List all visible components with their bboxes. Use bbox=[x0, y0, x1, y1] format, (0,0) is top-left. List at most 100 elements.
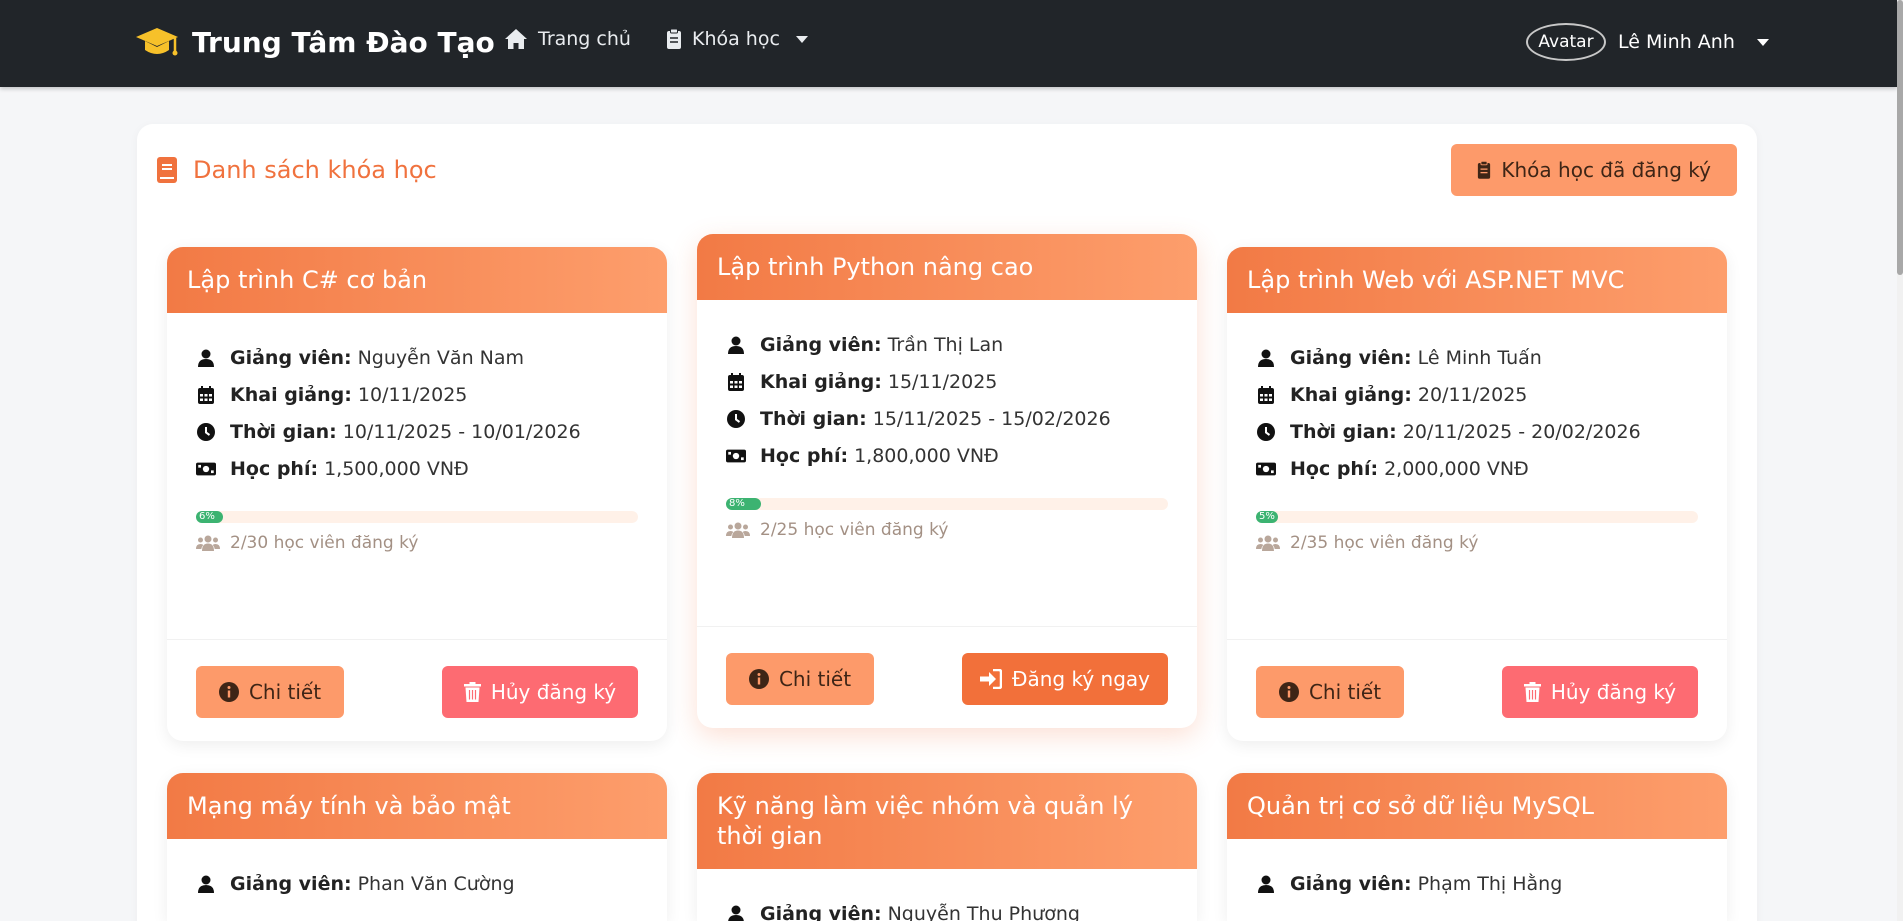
calendar-icon bbox=[1256, 385, 1276, 405]
start-label: Khai giảng: bbox=[230, 383, 352, 406]
instructor-row: Giảng viên: Nguyễn Văn Nam bbox=[196, 339, 638, 376]
progress-fill: 8% bbox=[726, 498, 762, 510]
navbar: Trung Tâm Đào Tạo Trang chủ Khóa học Ava… bbox=[0, 0, 1897, 87]
sign-in-icon bbox=[979, 669, 1002, 689]
info-icon bbox=[1278, 682, 1299, 702]
graduation-cap-icon bbox=[136, 28, 178, 56]
instructor-row: Giảng viên: Trần Thị Lan bbox=[726, 326, 1168, 363]
cancel-label: Hủy đăng ký bbox=[490, 680, 617, 704]
card-footer: Chi tiết Hủy đăng ký bbox=[1227, 639, 1727, 741]
instructor-value: Phan Văn Cường bbox=[357, 872, 515, 895]
instructor-label: Giảng viên: bbox=[760, 333, 882, 356]
user-icon bbox=[196, 874, 216, 894]
fee-label: Học phí: bbox=[1290, 457, 1379, 480]
detail-button[interactable]: Chi tiết bbox=[726, 653, 874, 705]
cancel-registration-button[interactable]: Hủy đăng ký bbox=[1502, 666, 1698, 718]
instructor-value: Trần Thị Lan bbox=[887, 333, 1004, 356]
register-now-button[interactable]: Đăng ký ngay bbox=[962, 653, 1168, 705]
detail-label: Chi tiết bbox=[248, 680, 322, 704]
clipboard-icon bbox=[1478, 160, 1491, 179]
start-label: Khai giảng: bbox=[760, 370, 882, 393]
fee-row: Học phí: 2,000,000 VNĐ bbox=[1256, 450, 1698, 487]
brand[interactable]: Trung Tâm Đào Tạo bbox=[134, 22, 495, 62]
users-icon bbox=[196, 535, 220, 551]
start-label: Khai giảng: bbox=[1290, 383, 1412, 406]
clock-icon bbox=[1256, 422, 1276, 442]
nav-home-label: Trang chủ bbox=[538, 28, 631, 50]
clock-icon bbox=[196, 422, 216, 442]
course-card: Kỹ năng làm việc nhóm và quản lý thời gi… bbox=[697, 773, 1197, 921]
registered-courses-button[interactable]: Khóa học đã đăng ký bbox=[1451, 144, 1737, 196]
detail-label: Chi tiết bbox=[1308, 680, 1382, 704]
fee-row: Học phí: 1,800,000 VNĐ bbox=[726, 437, 1168, 474]
duration-label: Thời gian: bbox=[760, 407, 867, 430]
course-title: Lập trình C# cơ bản bbox=[167, 247, 667, 313]
fee-row: Học phí: 1,500,000 VNĐ bbox=[196, 450, 638, 487]
user-name: Lê Minh Anh bbox=[1618, 31, 1735, 53]
register-label: Đăng ký ngay bbox=[1011, 667, 1150, 691]
user-icon bbox=[726, 335, 746, 355]
instructor-label: Giảng viên: bbox=[230, 346, 352, 369]
start-value: 20/11/2025 bbox=[1417, 383, 1528, 406]
users-icon bbox=[1256, 535, 1280, 551]
trash-icon bbox=[463, 682, 481, 702]
nav-courses-label: Khóa học bbox=[692, 28, 780, 50]
avatar[interactable]: Avatar bbox=[1526, 23, 1606, 61]
user-icon bbox=[1256, 348, 1276, 368]
nav-courses-dropdown[interactable]: Khóa học bbox=[666, 28, 808, 50]
duration-row: Thời gian: 15/11/2025 - 15/02/2026 bbox=[726, 400, 1168, 437]
money-icon bbox=[726, 446, 746, 466]
instructor-value: Nguyễn Văn Nam bbox=[357, 346, 525, 369]
instructor-label: Giảng viên: bbox=[760, 902, 882, 921]
scrollbar[interactable] bbox=[1897, 0, 1903, 921]
cancel-registration-button[interactable]: Hủy đăng ký bbox=[442, 666, 638, 718]
fee-value: 1,500,000 VNĐ bbox=[324, 457, 469, 480]
scrollbar-thumb[interactable] bbox=[1897, 0, 1903, 275]
detail-button[interactable]: Chi tiết bbox=[196, 666, 344, 718]
instructor-value: Nguyễn Thu Phương bbox=[887, 902, 1080, 921]
user-icon bbox=[196, 348, 216, 368]
users-icon bbox=[726, 522, 750, 538]
duration-value: 10/11/2025 - 10/01/2026 bbox=[342, 420, 581, 443]
instructor-label: Giảng viên: bbox=[1290, 872, 1412, 895]
user-icon bbox=[1256, 874, 1276, 894]
duration-label: Thời gian: bbox=[230, 420, 337, 443]
clock-icon bbox=[726, 409, 746, 429]
enrollment-text: 2/35 học viên đăng ký bbox=[1290, 533, 1479, 553]
enrollment-count: 2/30 học viên đăng ký bbox=[196, 533, 638, 553]
instructor-label: Giảng viên: bbox=[230, 872, 352, 895]
start-row: Khai giảng: 10/11/2025 bbox=[196, 376, 638, 413]
user-icon bbox=[726, 904, 746, 921]
chevron-down-icon bbox=[1756, 38, 1769, 46]
brand-name: Trung Tâm Đào Tạo bbox=[192, 25, 495, 59]
calendar-icon bbox=[196, 385, 216, 405]
start-row: Khai giảng: 20/11/2025 bbox=[1256, 376, 1698, 413]
detail-button[interactable]: Chi tiết bbox=[1256, 666, 1404, 718]
course-card: Lập trình C# cơ bản Giảng viên: Nguyễn V… bbox=[167, 247, 667, 741]
info-icon bbox=[218, 682, 239, 702]
course-card: Mạng máy tính và bảo mật Giảng viên: Pha… bbox=[167, 773, 667, 921]
course-title: Lập trình Python nâng cao bbox=[697, 234, 1197, 300]
duration-row: Thời gian: 20/11/2025 - 20/02/2026 bbox=[1256, 413, 1698, 450]
course-card: Lập trình Web với ASP.NET MVC Giảng viên… bbox=[1227, 247, 1727, 741]
enrollment-progress: 6% bbox=[196, 511, 638, 523]
panel-title: Danh sách khóa học bbox=[157, 156, 437, 184]
duration-row: Thời gian: 10/11/2025 - 10/01/2026 bbox=[196, 413, 638, 450]
clipboard-icon bbox=[667, 28, 681, 49]
enrollment-count: 2/35 học viên đăng ký bbox=[1256, 533, 1698, 553]
calendar-icon bbox=[726, 372, 746, 392]
chevron-down-icon bbox=[795, 35, 808, 43]
instructor-value: Phạm Thị Hằng bbox=[1417, 872, 1563, 895]
cancel-label: Hủy đăng ký bbox=[1550, 680, 1677, 704]
fee-value: 1,800,000 VNĐ bbox=[854, 444, 999, 467]
duration-value: 15/11/2025 - 15/02/2026 bbox=[872, 407, 1111, 430]
course-title: Kỹ năng làm việc nhóm và quản lý thời gi… bbox=[697, 773, 1197, 869]
course-card: Lập trình Python nâng cao Giảng viên: Tr… bbox=[697, 234, 1197, 728]
user-menu[interactable]: Avatar Lê Minh Anh bbox=[1526, 23, 1769, 61]
money-icon bbox=[196, 459, 216, 479]
start-value: 15/11/2025 bbox=[887, 370, 998, 393]
fee-label: Học phí: bbox=[230, 457, 319, 480]
enrollment-progress: 8% bbox=[726, 498, 1168, 510]
instructor-row: Giảng viên: Phan Văn Cường bbox=[196, 865, 638, 902]
nav-home[interactable]: Trang chủ bbox=[504, 28, 631, 50]
